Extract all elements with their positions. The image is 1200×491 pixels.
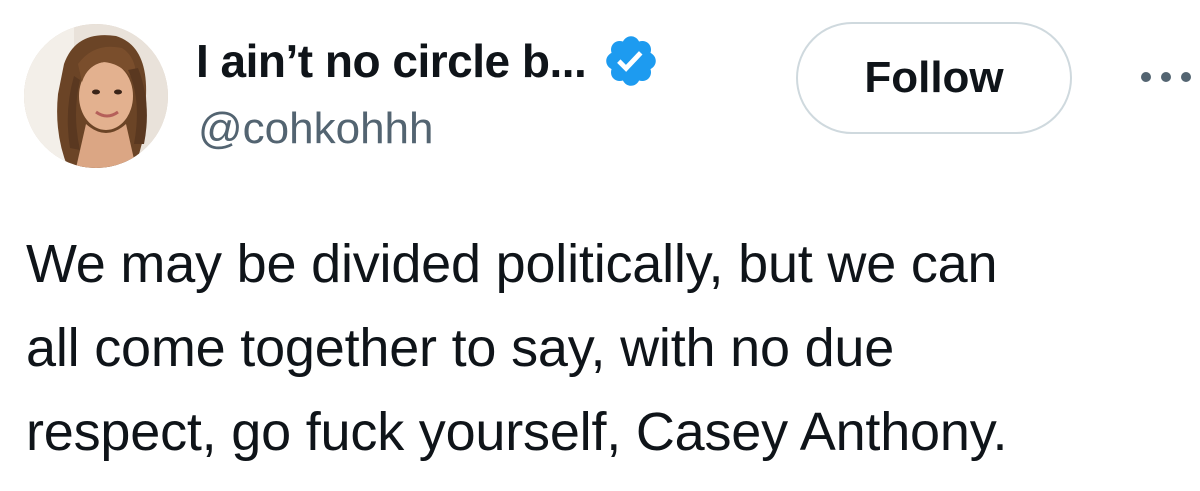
tweet-text-line: We may be divided politically, but we ca… [26,234,998,294]
tweet-card: I ain’t no circle b... @cohkohhh Follow … [0,0,1200,491]
follow-button[interactable]: Follow [796,22,1072,134]
more-options-icon [1141,72,1191,82]
tweet-text: We may be divided politically, but we ca… [26,222,1196,474]
tweet-text-line: all come together to say, with no due [26,318,895,378]
verified-badge-icon[interactable] [602,32,660,90]
author-display-name[interactable]: I ain’t no circle b... [196,34,587,88]
avatar[interactable] [24,24,168,168]
avatar-photo-icon [24,24,168,168]
more-options-button[interactable] [1138,52,1198,102]
author-handle[interactable]: @cohkohhh [198,104,434,154]
author-name-row: I ain’t no circle b... [196,28,660,94]
tweet-text-line: respect, go fuck yourself, Casey Anthony… [26,402,1008,462]
